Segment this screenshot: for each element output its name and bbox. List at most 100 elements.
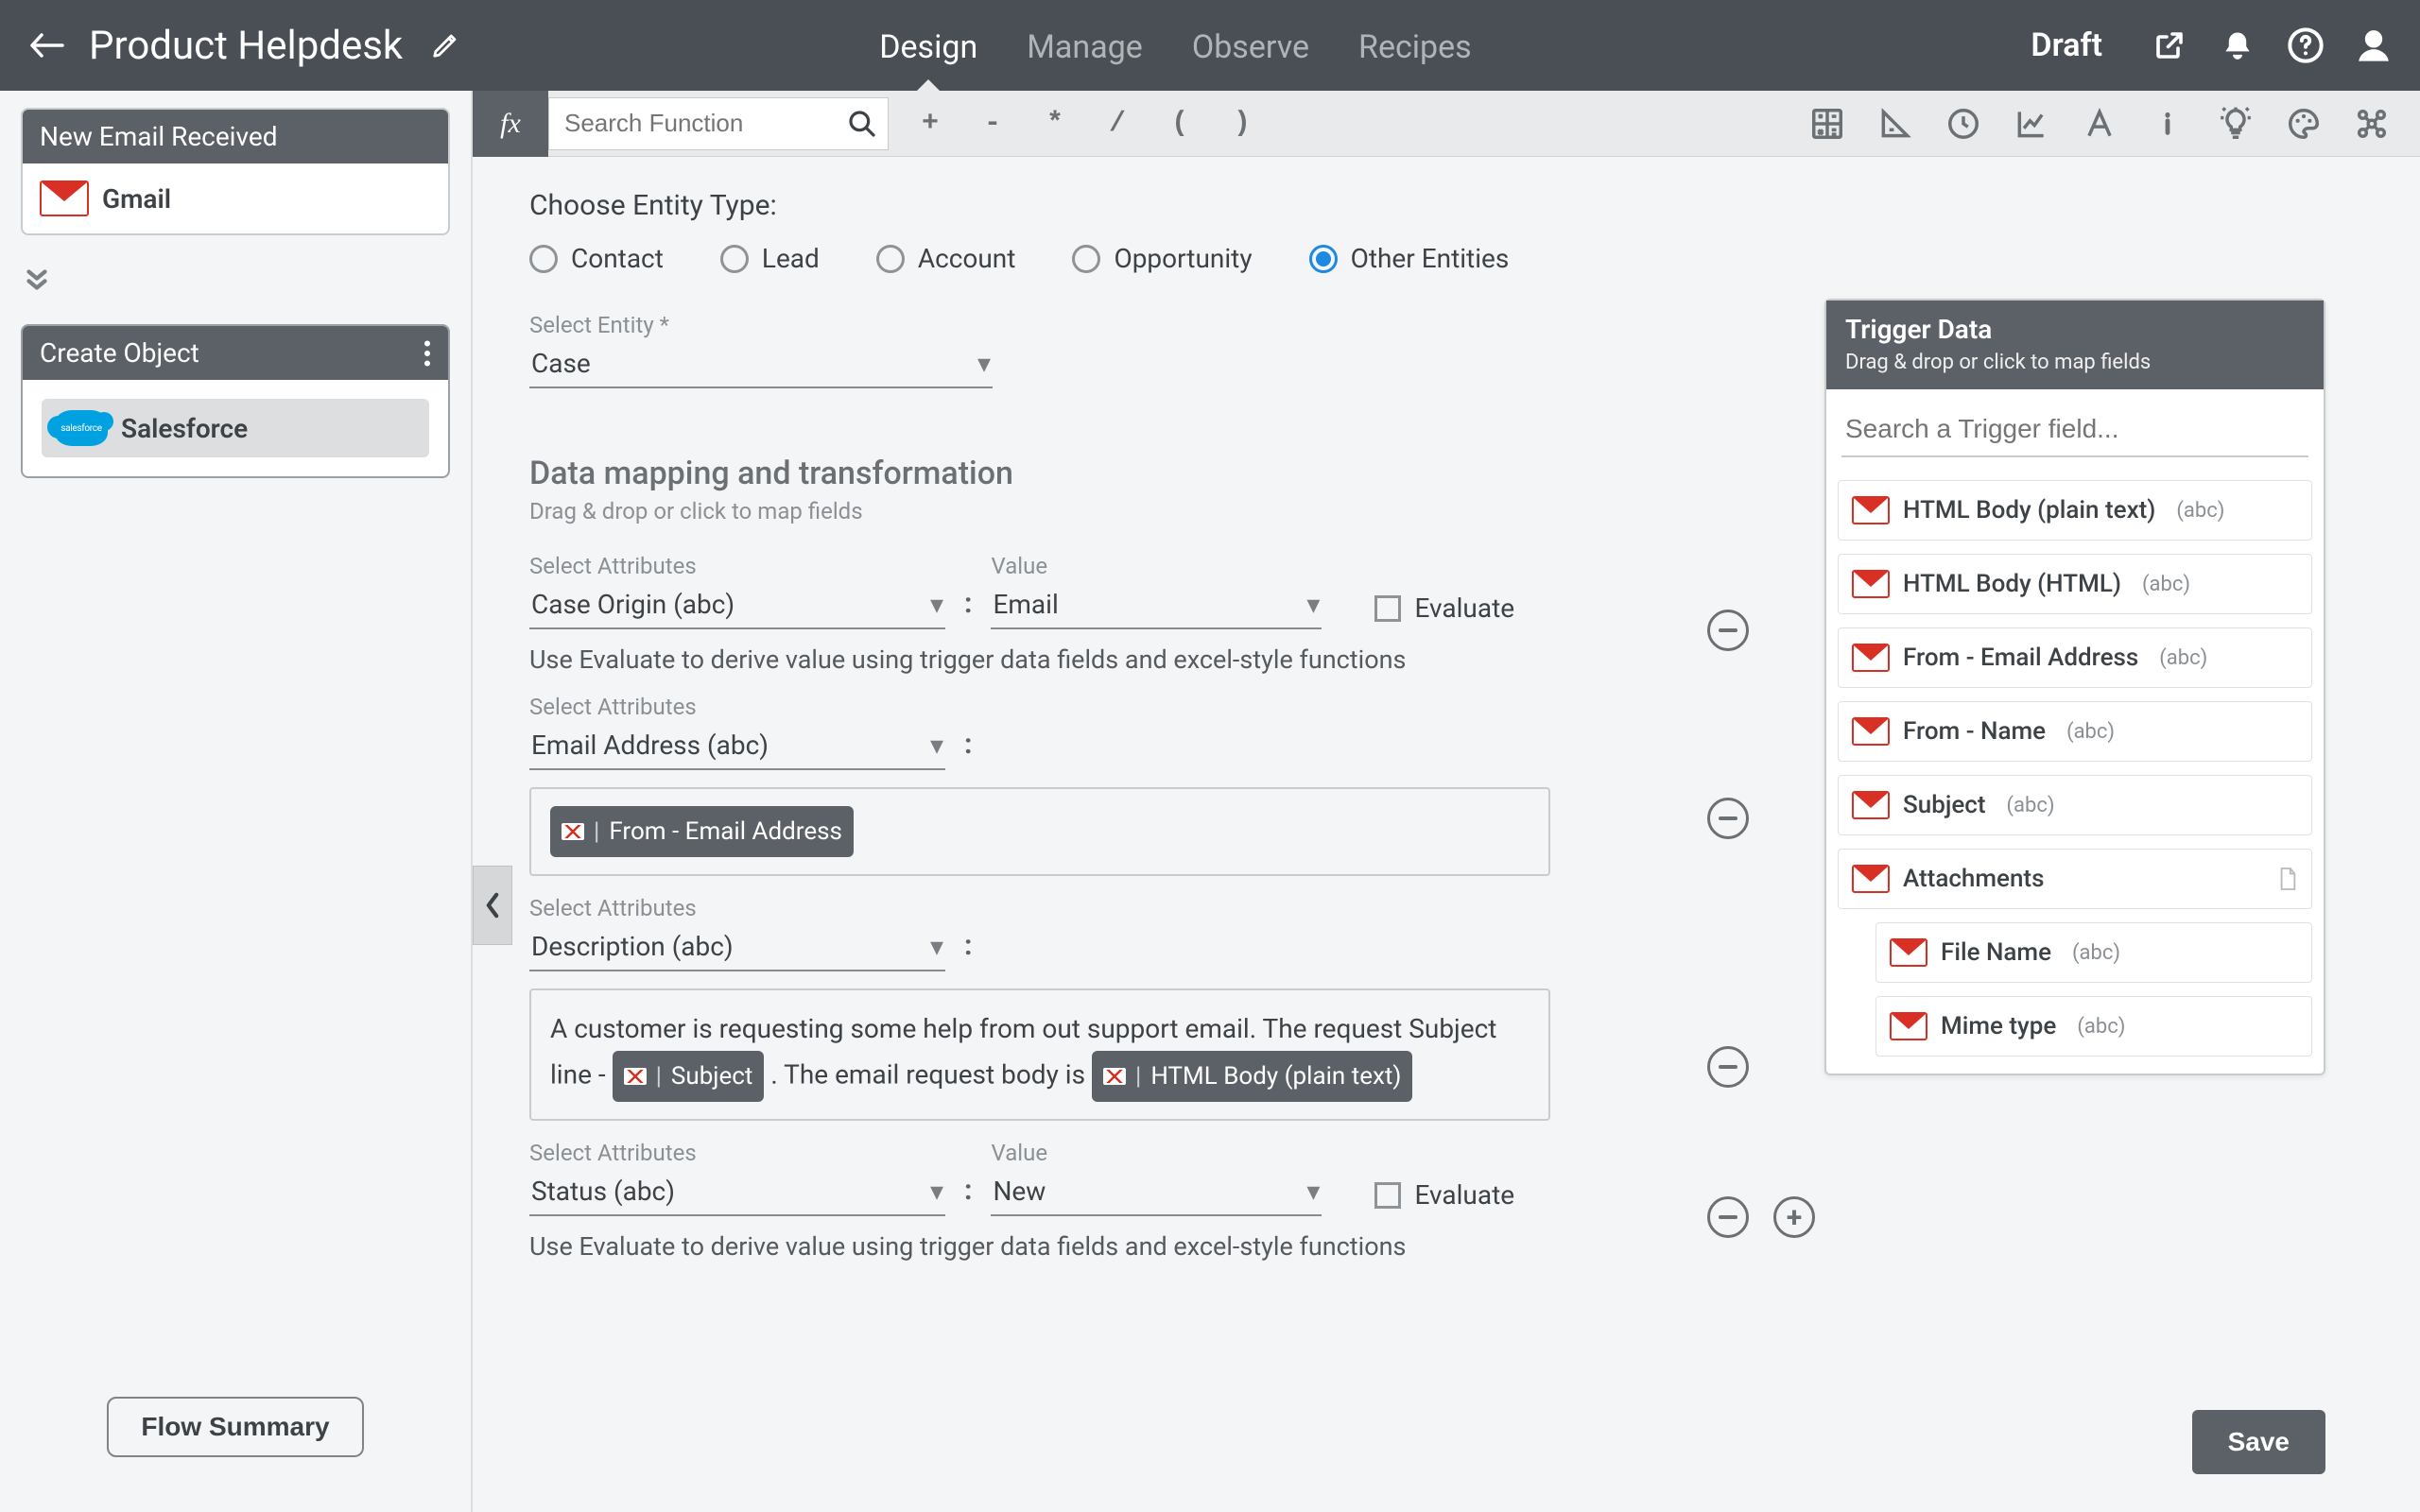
trigger-card[interactable]: New Email Received Gmail xyxy=(21,108,450,235)
tab-observe[interactable]: Observe xyxy=(1192,2,1309,89)
op-div[interactable]: / xyxy=(1102,108,1132,140)
gmail-icon xyxy=(1890,1012,1927,1040)
page-title: Product Helpdesk xyxy=(89,23,403,69)
math-category[interactable] xyxy=(1807,104,1847,144)
trigger-field-name: HTML Body (HTML) xyxy=(1903,570,2121,598)
attr-select-3[interactable]: Description (abc)▾ xyxy=(529,925,945,971)
flow-summary-button[interactable]: Flow Summary xyxy=(107,1397,363,1457)
trigger-field-item[interactable]: Subject(abc) xyxy=(1838,775,2312,835)
trigger-field-item[interactable]: From - Name (abc) xyxy=(1838,701,2312,762)
chip-from-email[interactable]: |From - Email Address xyxy=(550,806,854,857)
value-select-4[interactable]: New▾ xyxy=(991,1170,1322,1216)
tab-recipes[interactable]: Recipes xyxy=(1358,2,1472,89)
radio-account[interactable]: Account xyxy=(876,243,1016,274)
back-button[interactable] xyxy=(26,26,66,65)
trigger-field-item[interactable]: Mime type(abc) xyxy=(1876,996,2312,1057)
add-row-button[interactable]: + xyxy=(1773,1196,1815,1238)
op-mult[interactable]: * xyxy=(1040,108,1070,140)
trigger-panel-title: Trigger Data xyxy=(1845,314,2305,345)
text-category[interactable] xyxy=(2080,104,2119,144)
trigger-field-item[interactable]: From - Email Address(abc) xyxy=(1838,627,2312,688)
trigger-field-name: From - Name xyxy=(1903,717,2046,746)
attr-select-1[interactable]: Case Origin (abc)▾ xyxy=(529,583,945,629)
trigger-card-title: New Email Received xyxy=(40,121,278,152)
palette-icon xyxy=(2286,106,2322,142)
trigger-field-name: File Name xyxy=(1941,938,2051,967)
remove-row-3[interactable] xyxy=(1707,1046,1749,1088)
gmail-icon xyxy=(1103,1068,1126,1085)
gmail-icon xyxy=(1852,717,1890,746)
gmail-icon xyxy=(1852,865,1890,893)
value-box-2[interactable]: |From - Email Address xyxy=(529,787,1550,876)
save-button[interactable]: Save xyxy=(2192,1410,2325,1474)
remove-row-1[interactable] xyxy=(1707,610,1749,651)
lookup-category[interactable] xyxy=(2284,104,2324,144)
nav-tabs: Design Manage Observe Recipes xyxy=(879,2,1472,89)
profile-button[interactable] xyxy=(2354,26,2394,65)
gmail-icon xyxy=(562,823,584,840)
attr-select-2[interactable]: Email Address (abc)▾ xyxy=(529,724,945,770)
function-search-input[interactable] xyxy=(548,97,889,150)
trigger-field-item[interactable]: HTML Body (plain text)(abc) xyxy=(1838,480,2312,541)
collection-category[interactable] xyxy=(2352,104,2392,144)
action-connector-label: Salesforce xyxy=(121,413,248,444)
search-icon[interactable] xyxy=(847,109,877,139)
evaluate-toggle-1[interactable]: Evaluate xyxy=(1374,593,1514,629)
chip-html-body[interactable]: |HTML Body (plain text) xyxy=(1092,1051,1413,1102)
datetime-category[interactable] xyxy=(1944,104,1983,144)
info-icon xyxy=(2150,106,2186,142)
radio-lead[interactable]: Lead xyxy=(720,243,820,274)
trigger-field-name: HTML Body (plain text) xyxy=(1903,496,2155,524)
mapping-title: Data mapping and transformation xyxy=(529,455,1607,492)
mapping-row-2: Select Attributes Email Address (abc)▾ :… xyxy=(529,694,1607,876)
gmail-icon xyxy=(1852,791,1890,819)
trigger-field-item[interactable]: HTML Body (HTML) (abc) xyxy=(1838,554,2312,614)
mapping-row-3: Select Attributes Description (abc)▾ : A… xyxy=(529,895,1607,1121)
main-editor: fx + - * / ( ) xyxy=(473,91,2420,1512)
op-minus[interactable]: - xyxy=(977,108,1008,140)
op-rparen[interactable]: ) xyxy=(1227,108,1257,140)
edit-title-button[interactable] xyxy=(431,31,459,60)
remove-row-4[interactable] xyxy=(1707,1196,1749,1238)
collapse-left-panel-button[interactable] xyxy=(473,866,512,945)
chart-category[interactable] xyxy=(2012,104,2051,144)
attr-select-4[interactable]: Status (abc)▾ xyxy=(529,1170,945,1216)
operator-buttons: + - * / ( ) xyxy=(915,108,1257,140)
action-card[interactable]: Create Object salesforce Salesforce xyxy=(21,324,450,478)
fx-badge: fx xyxy=(473,91,548,157)
tab-manage[interactable]: Manage xyxy=(1027,2,1143,89)
tab-design[interactable]: Design xyxy=(879,2,977,89)
radio-opportunity[interactable]: Opportunity xyxy=(1072,243,1252,274)
trigger-field-type: (abc) xyxy=(2142,573,2190,596)
trigger-field-list: HTML Body (plain text)(abc)HTML Body (HT… xyxy=(1826,467,2324,1074)
radio-other[interactable]: Other Entities xyxy=(1309,243,1510,274)
action-card-menu[interactable] xyxy=(424,340,431,367)
trigger-field-item[interactable]: Attachments xyxy=(1838,849,2312,909)
help-button[interactable] xyxy=(2286,26,2325,65)
open-external-button[interactable] xyxy=(2150,26,2189,65)
trigger-field-type: (abc) xyxy=(2066,720,2115,744)
trigger-search-input[interactable] xyxy=(1841,404,2308,457)
op-plus[interactable]: + xyxy=(915,108,945,140)
line-chart-icon xyxy=(2014,106,2049,142)
chip-subject[interactable]: |Subject xyxy=(613,1051,765,1102)
clock-icon xyxy=(1945,106,1981,142)
info-category[interactable] xyxy=(2148,104,2187,144)
evaluate-toggle-4[interactable]: Evaluate xyxy=(1374,1179,1514,1216)
formula-toolbar: fx + - * / ( ) xyxy=(473,91,2420,157)
op-lparen[interactable]: ( xyxy=(1165,108,1195,140)
value-box-3[interactable]: A customer is requesting some help from … xyxy=(529,988,1550,1121)
remove-row-2[interactable] xyxy=(1707,798,1749,839)
entity-type-radios: Contact Lead Account Opportunity Other E… xyxy=(529,243,1607,274)
logic-category[interactable] xyxy=(2216,104,2256,144)
trigger-field-item[interactable]: File Name(abc) xyxy=(1876,922,2312,983)
action-card-title: Create Object xyxy=(40,337,199,369)
trigger-connector-label: Gmail xyxy=(102,183,171,215)
trigger-field-type: (abc) xyxy=(2007,794,2055,817)
notifications-button[interactable] xyxy=(2218,26,2257,65)
select-entity-dropdown[interactable]: Case ▾ xyxy=(529,342,993,388)
value-select-1[interactable]: Email▾ xyxy=(991,583,1322,629)
flow-connector-arrow xyxy=(21,264,450,296)
geometry-category[interactable] xyxy=(1876,104,1915,144)
radio-contact[interactable]: Contact xyxy=(529,243,664,274)
